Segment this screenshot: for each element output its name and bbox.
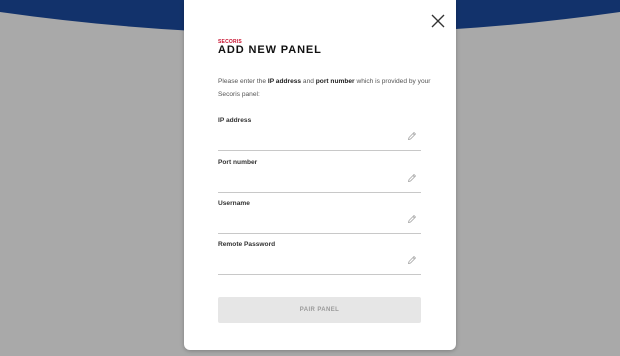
ip-address-label: IP address	[218, 117, 252, 124]
instructions-text: Please enter the IP address and port num…	[218, 75, 433, 101]
close-button[interactable]	[429, 12, 447, 30]
pencil-icon[interactable]	[407, 173, 417, 183]
instructions-ip-emphasis: IP address	[267, 78, 302, 85]
remote-password-input[interactable]	[218, 253, 396, 271]
username-input[interactable]	[218, 212, 396, 230]
dialog-title: ADD NEW PANEL	[218, 44, 322, 56]
instructions-part: and	[301, 78, 316, 85]
pair-panel-button[interactable]: PAIR PANEL	[218, 297, 421, 323]
pencil-icon[interactable]	[407, 214, 417, 224]
remote-password-field: Remote Password	[218, 241, 421, 275]
ip-address-input[interactable]	[218, 129, 396, 147]
port-number-input[interactable]	[218, 171, 396, 189]
port-number-label: Port number	[218, 159, 258, 166]
ip-address-field: IP address	[218, 117, 421, 151]
instructions-port-emphasis: port number	[315, 78, 355, 85]
instructions-part: Please enter the	[218, 78, 268, 85]
add-panel-dialog: SECORIS ADD NEW PANEL Please enter the I…	[184, 0, 456, 350]
pencil-icon[interactable]	[407, 131, 417, 141]
pencil-icon[interactable]	[407, 255, 417, 265]
remote-password-label: Remote Password	[218, 241, 276, 248]
close-icon	[431, 14, 445, 28]
username-field: Username	[218, 200, 421, 234]
username-label: Username	[218, 200, 250, 207]
port-number-field: Port number	[218, 159, 421, 193]
